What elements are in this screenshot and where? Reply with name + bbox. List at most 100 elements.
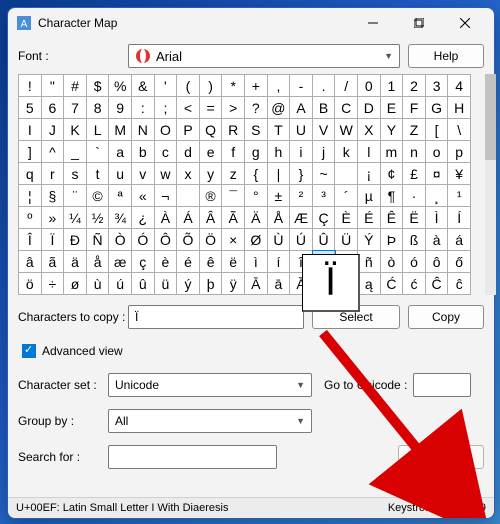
grid-scrollbar[interactable] <box>485 74 496 295</box>
character-cell[interactable]: @ <box>268 97 291 119</box>
advanced-view-checkbox[interactable] <box>22 344 36 358</box>
character-cell[interactable]: & <box>132 75 155 97</box>
character-cell[interactable]: 5 <box>19 97 42 119</box>
character-cell[interactable]: È <box>335 207 358 229</box>
character-cell[interactable]: Ã <box>222 207 245 229</box>
character-cell[interactable]: ½ <box>87 207 110 229</box>
character-cell[interactable]: Ô <box>155 229 178 251</box>
character-cell[interactable]: Ú <box>290 229 313 251</box>
character-cell[interactable]: ê <box>200 251 223 273</box>
character-cell[interactable]: q <box>19 163 42 185</box>
character-cell[interactable]: | <box>268 163 291 185</box>
character-cell[interactable]: À <box>155 207 178 229</box>
character-cell[interactable]: Z <box>403 119 426 141</box>
character-cell[interactable]: ø <box>64 273 87 295</box>
character-cell[interactable]: { <box>245 163 268 185</box>
character-cell[interactable]: Á <box>177 207 200 229</box>
character-cell[interactable]: Ò <box>109 229 132 251</box>
character-cell[interactable]: x <box>177 163 200 185</box>
character-cell[interactable]: Ï <box>42 229 65 251</box>
character-cell[interactable]: £ <box>403 163 426 185</box>
character-cell[interactable]: j <box>313 141 336 163</box>
character-cell[interactable]: v <box>132 163 155 185</box>
character-cell[interactable]: ü <box>155 273 178 295</box>
character-cell[interactable]: D <box>358 97 381 119</box>
character-cell[interactable]: F <box>403 97 426 119</box>
character-cell[interactable]: X <box>358 119 381 141</box>
character-cell[interactable]: 2 <box>403 75 426 97</box>
character-cell[interactable]: , <box>268 75 291 97</box>
character-cell[interactable]: ò <box>381 251 404 273</box>
character-cell[interactable]: C <box>335 97 358 119</box>
character-cell[interactable]: » <box>42 207 65 229</box>
character-cell[interactable]: 7 <box>64 97 87 119</box>
character-cell[interactable]: 8 <box>87 97 110 119</box>
character-cell[interactable]: ő <box>448 251 471 273</box>
character-cell[interactable]: Ā <box>245 273 268 295</box>
close-button[interactable] <box>442 8 488 38</box>
character-cell[interactable]: Ù <box>268 229 291 251</box>
restore-button[interactable] <box>396 8 442 38</box>
character-cell[interactable]: $ <box>87 75 110 97</box>
character-cell[interactable]: Ø <box>245 229 268 251</box>
groupby-dropdown[interactable]: All ▼ <box>108 409 312 433</box>
character-cell[interactable]: * <box>222 75 245 97</box>
character-cell[interactable]: Å <box>268 207 291 229</box>
character-cell[interactable]: _ <box>64 141 87 163</box>
character-cell[interactable]: ® <box>200 185 223 207</box>
character-cell[interactable]: Þ <box>381 229 404 251</box>
character-cell[interactable]: ß <box>403 229 426 251</box>
character-cell[interactable]: " <box>42 75 65 97</box>
character-cell[interactable]: ¸ <box>426 185 449 207</box>
character-cell[interactable]: ° <box>245 185 268 207</box>
character-cell[interactable]: d <box>177 141 200 163</box>
character-cell[interactable]: r <box>42 163 65 185</box>
character-cell[interactable]: s <box>64 163 87 185</box>
character-cell[interactable]: Ý <box>358 229 381 251</box>
character-cell[interactable]: / <box>335 75 358 97</box>
character-cell[interactable]: ¼ <box>64 207 87 229</box>
character-cell[interactable]: Ñ <box>87 229 110 251</box>
character-cell[interactable]: ú <box>109 273 132 295</box>
character-cell[interactable]: 1 <box>381 75 404 97</box>
character-cell[interactable]: ÿ <box>222 273 245 295</box>
minimize-button[interactable] <box>350 8 396 38</box>
character-cell[interactable]: 3 <box>426 75 449 97</box>
character-cell[interactable]: e <box>200 141 223 163</box>
character-cell[interactable]: Ð <box>64 229 87 251</box>
character-cell[interactable]: p <box>448 141 471 163</box>
character-cell[interactable]: ÷ <box>42 273 65 295</box>
character-cell[interactable]: W <box>335 119 358 141</box>
character-cell[interactable]: ¬ <box>155 185 178 207</box>
character-cell[interactable]: ã <box>42 251 65 273</box>
character-cell[interactable]: Ë <box>403 207 426 229</box>
character-cell[interactable]: ³ <box>313 185 336 207</box>
character-cell[interactable]: ö <box>19 273 42 295</box>
character-cell[interactable]: é <box>177 251 200 273</box>
character-cell[interactable]: f <box>222 141 245 163</box>
character-cell[interactable]: ñ <box>358 251 381 273</box>
character-cell[interactable]: ¾ <box>109 207 132 229</box>
character-cell[interactable]: Ĉ <box>426 273 449 295</box>
character-cell[interactable]: Í <box>448 207 471 229</box>
character-cell[interactable]: ! <box>19 75 42 97</box>
character-cell[interactable]: ? <box>245 97 268 119</box>
chars-to-copy-input[interactable] <box>128 305 304 329</box>
character-cell[interactable]: Ç <box>313 207 336 229</box>
character-cell[interactable]: · <box>403 185 426 207</box>
character-cell[interactable]: i <box>290 141 313 163</box>
character-cell[interactable]: § <box>42 185 65 207</box>
character-cell[interactable]: ) <box>200 75 223 97</box>
character-cell[interactable]: ¶ <box>381 185 404 207</box>
character-cell[interactable]: í <box>268 251 291 273</box>
character-cell[interactable]: ¯ <box>222 185 245 207</box>
character-cell[interactable]: þ <box>200 273 223 295</box>
character-cell[interactable]: 6 <box>42 97 65 119</box>
character-cell[interactable]: ā <box>268 273 291 295</box>
character-cell[interactable]: Ü <box>335 229 358 251</box>
character-cell[interactable]: ´ <box>335 185 358 207</box>
character-cell[interactable]: N <box>132 119 155 141</box>
character-cell[interactable]: h <box>268 141 291 163</box>
character-cell[interactable]: ì <box>245 251 268 273</box>
character-cell[interactable]: ² <box>290 185 313 207</box>
